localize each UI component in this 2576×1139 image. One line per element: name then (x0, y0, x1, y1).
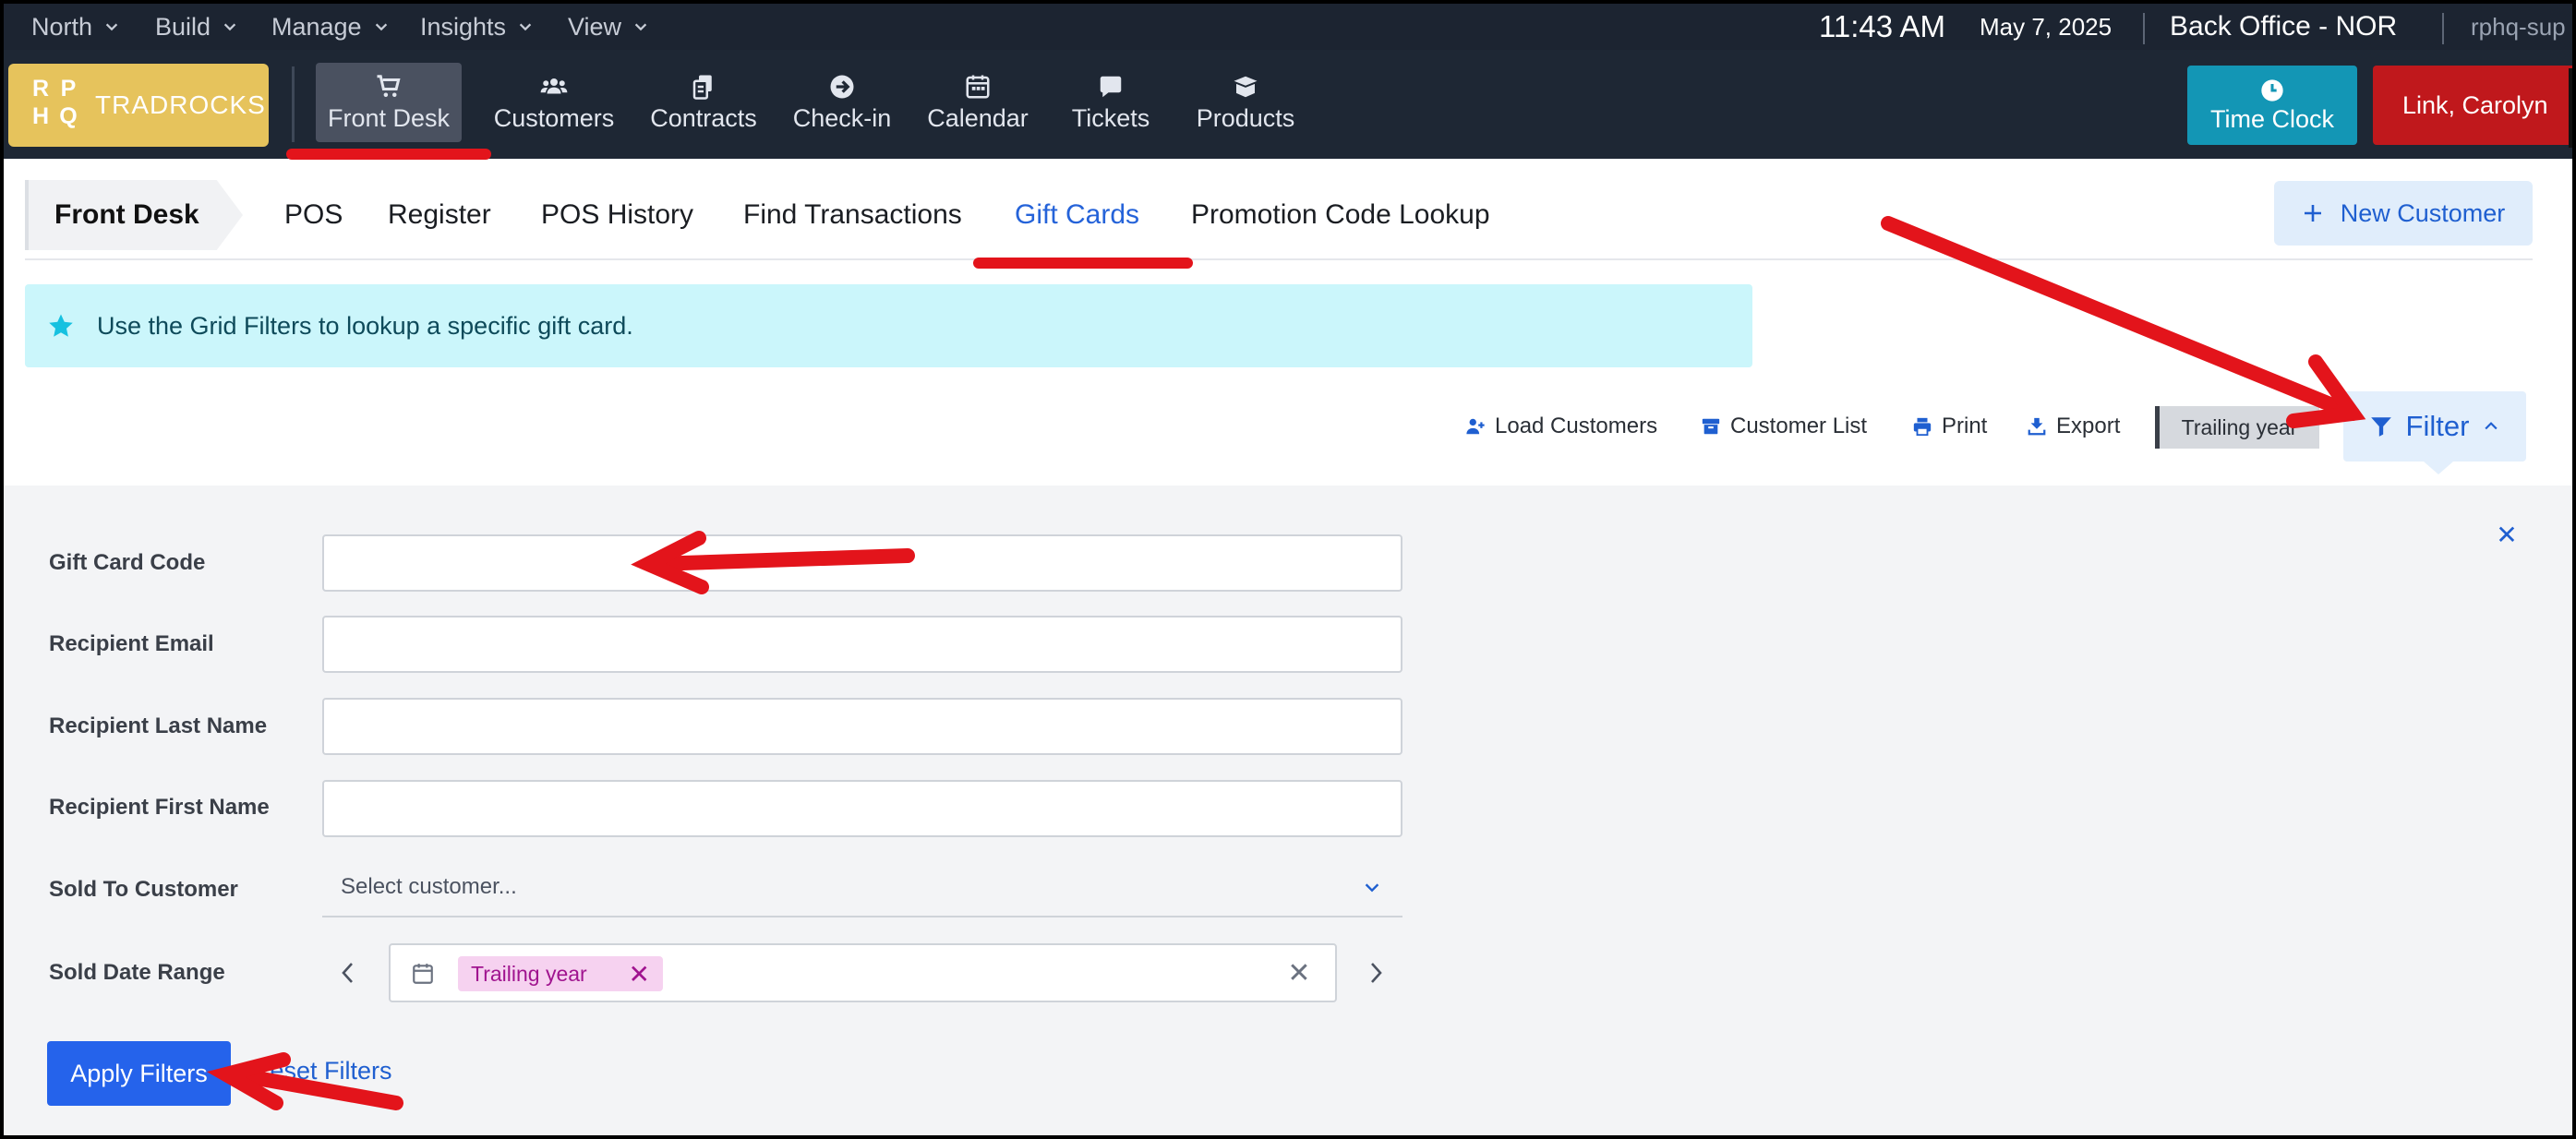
gift-card-code-label: Gift Card Code (49, 550, 206, 575)
recipient-last-name-input[interactable] (322, 698, 1402, 755)
sold-date-range-label: Sold Date Range (49, 960, 225, 985)
logo-mark: RP HQ (31, 76, 78, 129)
remove-tag-icon[interactable]: ✕ (629, 956, 650, 991)
menu-build[interactable]: Build (155, 4, 238, 50)
reset-filters-link[interactable]: Reset Filters (252, 1057, 392, 1085)
tabs-divider (25, 258, 2533, 260)
date-range-tag: Trailing year ✕ (458, 956, 663, 991)
nav-calendar[interactable]: Calendar (918, 63, 1038, 142)
info-banner: Use the Grid Filters to lookup a specifi… (25, 284, 1752, 367)
chevron-left-icon[interactable] (334, 956, 362, 989)
recipient-first-name-label: Recipient First Name (49, 795, 270, 820)
plus-icon (2304, 205, 2321, 222)
recipient-first-name-input[interactable] (322, 780, 1402, 837)
chat-icon (1100, 76, 1122, 97)
user-plus-icon (1466, 418, 1485, 435)
nav-products[interactable]: Products (1186, 63, 1306, 142)
apply-filters-button[interactable]: Apply Filters (47, 1041, 231, 1106)
banner-text: Use the Grid Filters to lookup a specifi… (97, 311, 633, 340)
panel-caret (2424, 462, 2453, 474)
divider (2442, 13, 2444, 44)
chevron-down-icon (105, 23, 118, 31)
chevron-down-icon (519, 23, 532, 31)
printer-icon (1913, 417, 1932, 437)
tab-register[interactable]: Register (388, 180, 491, 250)
gift-card-code-input[interactable] (322, 534, 1402, 592)
location-selector[interactable]: Back Office - NOR (2170, 4, 2397, 50)
recipient-email-input[interactable] (322, 616, 1402, 673)
sold-to-customer-select[interactable]: Select customer... (322, 858, 1402, 917)
recipient-last-name-label: Recipient Last Name (49, 713, 268, 738)
chevron-down-icon (223, 23, 236, 31)
chevron-down-icon (375, 23, 387, 31)
menu-view[interactable]: View (568, 4, 649, 50)
chevron-right-icon[interactable] (1362, 956, 1390, 989)
nav-edge (2569, 68, 2572, 148)
star-icon (49, 314, 73, 337)
download-file-icon (2028, 417, 2046, 436)
current-date: May 7, 2025 (1980, 12, 2113, 41)
load-customers-button[interactable]: Load Customers (1465, 403, 1657, 450)
nav-check-in[interactable]: Check-in (781, 63, 903, 142)
sold-to-customer-label: Sold To Customer (49, 877, 238, 902)
cart-icon (377, 74, 401, 97)
chevron-up-icon (2485, 422, 2498, 430)
nav-customers[interactable]: Customers (480, 63, 628, 142)
nav-divider (292, 66, 295, 142)
recipient-email-label: Recipient Email (49, 631, 214, 656)
user-id[interactable]: rphq-sup (2471, 4, 2566, 50)
nav-front-desk[interactable]: Front Desk (316, 63, 462, 142)
contracts-icon (692, 75, 712, 100)
tab-find-transactions[interactable]: Find Transactions (743, 180, 962, 250)
menu-north[interactable]: North (31, 4, 120, 50)
sold-date-range-input[interactable]: Trailing year ✕ ✕ (389, 943, 1337, 1002)
annotation-underline-front-desk (286, 149, 491, 160)
menu-manage[interactable]: Manage (271, 4, 390, 50)
calendar-icon (413, 964, 433, 984)
close-icon[interactable]: ✕ (2493, 521, 2521, 549)
tab-pos-history[interactable]: POS History (541, 180, 693, 250)
divider (2143, 13, 2145, 44)
calendar-icon (966, 75, 990, 98)
archive-icon (1702, 418, 1720, 435)
current-time: 11:43 AM (1819, 9, 1945, 43)
chevron-down-icon (1365, 883, 1379, 893)
customer-list-button[interactable]: Customer List (1701, 403, 1867, 450)
export-button[interactable]: Export (2027, 403, 2120, 450)
section-title: Front Desk (25, 180, 243, 250)
tab-gift-cards[interactable]: Gift Cards (1015, 180, 1139, 250)
nav-contracts[interactable]: Contracts (641, 63, 766, 142)
top-menu-bar: North Build Manage Insights View 11:43 A… (4, 4, 2572, 50)
clear-icon[interactable]: ✕ (1285, 958, 1313, 989)
chevron-down-icon (634, 23, 647, 31)
time-clock-button[interactable]: Time Clock (2187, 66, 2357, 145)
menu-insights[interactable]: Insights (420, 4, 534, 50)
tab-pos[interactable]: POS (284, 180, 343, 250)
date-range-chip[interactable]: Trailing year (2155, 406, 2319, 449)
nav-tickets[interactable]: Tickets (1056, 63, 1165, 142)
annotation-underline-gift-cards (973, 258, 1193, 269)
main-navbar: RP HQ TRADROCKS Front Desk Customers Con… (4, 50, 2572, 159)
user-menu-button[interactable]: Link, Carolyn (2373, 66, 2572, 145)
brand-logo[interactable]: RP HQ TRADROCKS (8, 64, 269, 147)
filter-funnel-icon (2370, 417, 2391, 437)
box-icon (1234, 76, 1258, 97)
users-icon (540, 78, 568, 93)
tab-promotion-code-lookup[interactable]: Promotion Code Lookup (1191, 180, 1490, 250)
new-customer-button[interactable]: New Customer (2274, 181, 2533, 246)
filter-toggle-button[interactable]: Filter (2343, 391, 2526, 462)
arrow-circle-icon (830, 75, 854, 98)
select-placeholder: Select customer... (341, 874, 517, 899)
print-button[interactable]: Print (1912, 403, 1987, 450)
clock-icon (2261, 78, 2283, 102)
logo-text: TRADROCKS (95, 90, 266, 119)
